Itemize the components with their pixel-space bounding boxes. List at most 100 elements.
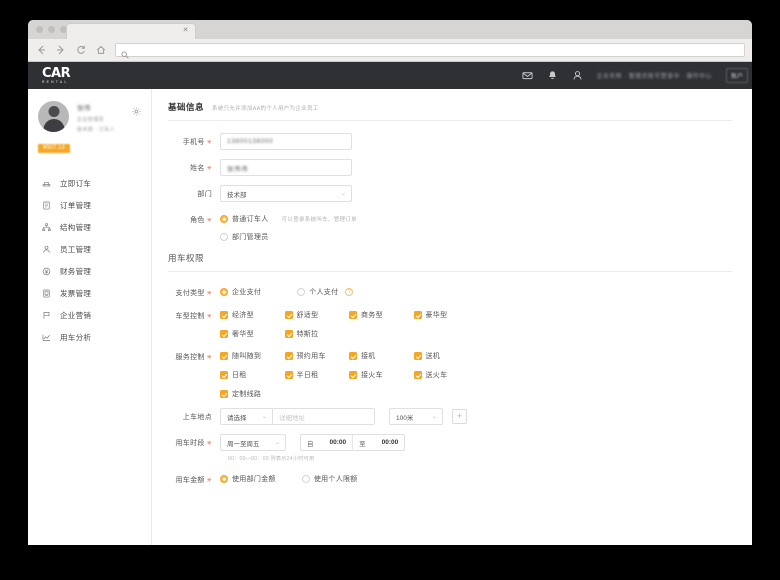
pay-option-personal[interactable]: 个人支付 [297, 287, 338, 297]
department-label: 部门 [197, 191, 212, 198]
amount-option-label: 使用部门金额 [232, 476, 276, 483]
car-option[interactable]: 豪华型 [413, 310, 479, 320]
period-row: 用车时段 ✳ 周一至周五 ⌄ 自 00:00 至 00:00 00：00—00：… [168, 434, 732, 462]
flag-icon [42, 311, 51, 320]
service-row: 服务控制 ✳ 随叫随到 预约用车 接机 送机 日租 半日租 接火车 送火车 定制线… [168, 348, 732, 399]
car-option[interactable]: 特斯拉 [284, 329, 350, 339]
logo-secondary-text: RENTAL [42, 79, 69, 84]
amount-option-personal[interactable]: 使用个人限额 [301, 474, 358, 484]
service-option[interactable]: 接机 [349, 351, 414, 361]
service-option[interactable]: 接火车 [349, 370, 414, 380]
weekday-select[interactable]: 周一至周五 ⌄ [220, 434, 286, 451]
car-option[interactable]: 经济型 [220, 310, 285, 320]
radius-select[interactable]: 100米 ⌄ [389, 408, 443, 425]
service-option-label: 预约用车 [296, 353, 326, 360]
service-option[interactable]: 送机 [413, 351, 479, 361]
car-type-row: 车型控制 ✳ 经济型 舒适型 商务型 豪华型 奢华型 特斯拉 [168, 307, 732, 339]
brand-logo[interactable]: CAR RENTAL [42, 67, 71, 84]
name-label: 姓名 ✳ [190, 165, 212, 172]
time-to-value: 00:00 [381, 439, 399, 446]
weekday-value: 周一至周五 [227, 440, 260, 448]
service-option-label: 接机 [361, 353, 376, 360]
sidebar-item-label: 立即订车 [60, 178, 92, 188]
mail-icon[interactable] [521, 70, 533, 81]
close-icon[interactable]: ✕ [182, 27, 189, 34]
sidebar-item-label: 结构管理 [60, 222, 92, 232]
time-from-segment[interactable]: 自 00:00 [301, 435, 352, 450]
phone-input[interactable]: 13800138000 [220, 133, 352, 150]
checkbox-icon [220, 390, 228, 398]
home-icon[interactable] [95, 45, 106, 56]
user-icon[interactable] [572, 70, 583, 81]
sidebar-item-finance[interactable]: 财务管理 [28, 260, 151, 282]
browser-window: ✕ CAR RENTAL 企业名称 · 管理员账号登录中 · 操作中心 账户 张… [28, 20, 752, 545]
service-option[interactable]: 定制线路 [220, 389, 285, 399]
profile-role: 企业管理员 [77, 117, 105, 123]
role-option-normal[interactable]: 普通订车人 [220, 214, 269, 224]
plus-icon[interactable]: + [452, 409, 467, 424]
sidebar-item-book-now[interactable]: 立即订车 [28, 172, 151, 194]
minimize-window-dot[interactable] [48, 26, 55, 33]
app-viewport: CAR RENTAL 企业名称 · 管理员账号登录中 · 操作中心 账户 张伟 … [28, 62, 752, 545]
account-action-button[interactable]: 账户 [725, 68, 748, 83]
car-option[interactable]: 奢华型 [220, 329, 285, 339]
service-option[interactable]: 日租 [220, 370, 285, 380]
checkbox-icon [349, 352, 357, 360]
amount-option-dept[interactable]: 使用部门金额 [220, 474, 276, 484]
checkbox-icon [413, 352, 422, 360]
bell-icon[interactable] [547, 70, 558, 81]
service-option[interactable]: 预约用车 [284, 351, 350, 361]
location-detail-input[interactable]: 详细地址 [273, 408, 375, 425]
time-to-segment[interactable]: 至 00:00 [353, 435, 404, 450]
location-select-value: 请选择 [227, 414, 247, 422]
time-range[interactable]: 自 00:00 至 00:00 [300, 434, 406, 451]
sidebar-item-label: 企业营销 [60, 310, 92, 320]
chevron-down-icon: ⌄ [274, 440, 280, 446]
avatar[interactable] [38, 101, 69, 132]
service-option[interactable]: 送火车 [413, 370, 479, 380]
car-option[interactable]: 舒适型 [284, 310, 350, 320]
service-option[interactable]: 半日租 [284, 370, 350, 380]
required-mark: ✳ [206, 218, 212, 224]
role-option-manager[interactable]: 部门管理员 [220, 232, 269, 242]
sidebar-item-analytics[interactable]: 用车分析 [28, 326, 151, 348]
reload-icon[interactable] [75, 45, 86, 56]
department-select[interactable]: 技术部 ⌄ [220, 185, 352, 202]
service-option[interactable]: 随叫随到 [220, 351, 285, 361]
required-mark: ✳ [206, 140, 212, 146]
address-bar[interactable] [115, 43, 745, 59]
sidebar-item-label: 订单管理 [60, 200, 92, 210]
checkbox-icon [284, 311, 293, 319]
sidebar-item-employees[interactable]: 员工管理 [28, 238, 151, 260]
car-option-label: 商务型 [361, 312, 383, 319]
forward-arrow-icon[interactable] [55, 45, 66, 56]
sidebar-item-orders[interactable]: 订单管理 [28, 194, 151, 216]
car-option-label: 经济型 [232, 312, 254, 319]
checkbox-icon [284, 330, 293, 338]
pay-option-company[interactable]: 企业支付 [220, 287, 261, 297]
browser-tab[interactable]: ✕ [66, 23, 196, 39]
sidebar-item-invoice[interactable]: 发票管理 [28, 282, 151, 304]
back-arrow-icon[interactable] [35, 45, 46, 56]
chevron-down-icon: ⌄ [340, 191, 346, 197]
location-select[interactable]: 请选择 ⌄ [220, 408, 273, 425]
sidebar-item-structure[interactable]: 结构管理 [28, 216, 151, 238]
divider [168, 271, 732, 272]
checkbox-icon [284, 352, 293, 360]
name-value: 张伟伟 [227, 165, 249, 173]
role-row: 角色 ✳ 普通订车人 可以登录系统叫车、管理订单 部门管理员 [168, 211, 732, 242]
sidebar-item-marketing[interactable]: 企业营销 [28, 304, 151, 326]
close-window-dot[interactable] [36, 26, 43, 33]
question-icon[interactable]: ? [345, 288, 354, 296]
browser-tabstrip: ✕ [28, 20, 752, 39]
gear-icon[interactable] [132, 103, 141, 116]
amount-label: 用车金额 ✳ [175, 477, 212, 484]
service-option-label: 日租 [232, 372, 247, 379]
name-input[interactable]: 张伟伟 [220, 159, 352, 176]
car-option-label: 特斯拉 [296, 331, 319, 338]
section-title: 基础信息 [168, 102, 205, 112]
car-option[interactable]: 商务型 [349, 310, 414, 320]
window-controls[interactable] [36, 26, 67, 33]
car-icon [42, 179, 51, 188]
required-mark: ✳ [206, 166, 212, 172]
